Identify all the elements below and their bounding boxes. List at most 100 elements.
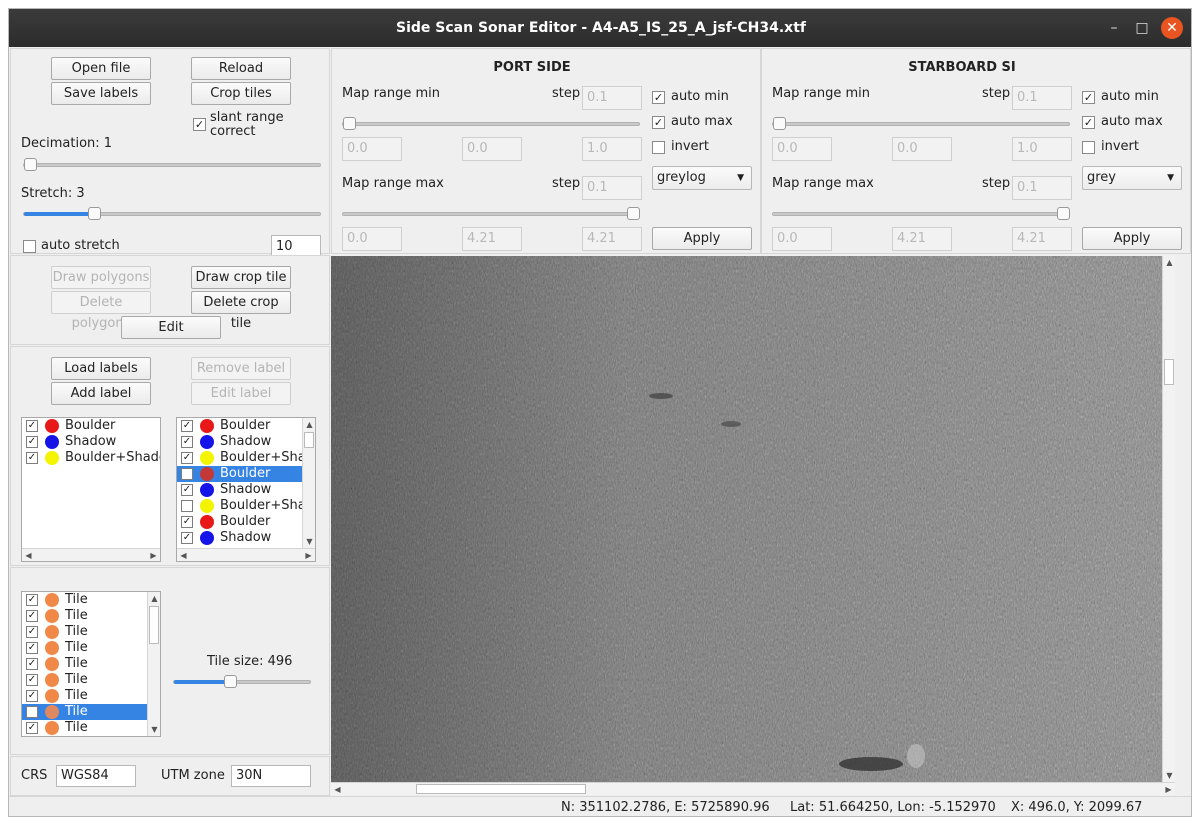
stretch-slider-handle[interactable] (88, 207, 101, 220)
list-item-checkbox[interactable]: ✓ (26, 420, 38, 432)
port-max-field-3[interactable]: 4.21 (582, 227, 642, 251)
port-max-slider[interactable] (342, 207, 640, 220)
list-item[interactable]: ✓ Tile (22, 640, 148, 656)
stbd-min-field-2[interactable]: 0.0 (892, 137, 952, 161)
delete-crop-tile-button[interactable]: Delete crop tile (191, 291, 291, 331)
list-item-checkbox[interactable]: ✓ (26, 690, 38, 702)
list-item-checkbox[interactable]: ✓ (26, 452, 38, 464)
list-item[interactable]: ✓ Boulder (22, 418, 160, 434)
scrollbar-thumb[interactable] (416, 784, 586, 794)
stbd-step-max-input[interactable]: 0.1 (1012, 176, 1072, 200)
list-item-checkbox[interactable] (181, 500, 193, 512)
stbd-max-field-2[interactable]: 4.21 (892, 227, 952, 251)
scroll-right-icon[interactable]: ▶ (1162, 783, 1175, 796)
stbd-step-min-input[interactable]: 0.1 (1012, 86, 1072, 110)
class-list[interactable]: ✓ Boulder ✓ Shadow ✓ Boulder+Shadow ◀ ▶ (21, 417, 161, 562)
list-item[interactable]: ✓ Tile (22, 592, 148, 608)
list-item[interactable]: ✓ Boulder (177, 514, 303, 530)
draw-crop-tile-button[interactable]: Draw crop tile (191, 266, 291, 289)
list-item[interactable]: ✓ Tile (22, 624, 148, 640)
list-item-selected[interactable]: Boulder (177, 466, 303, 482)
list-item[interactable]: ✓ Tile (22, 608, 148, 624)
stbd-max-field-3[interactable]: 4.21 (1012, 227, 1072, 251)
port-min-field-2[interactable]: 0.0 (462, 137, 522, 161)
scroll-right-icon[interactable]: ▶ (302, 549, 315, 561)
list-item[interactable]: ✓ Boulder (177, 418, 303, 434)
list-item[interactable]: ✓ Tile (22, 688, 148, 704)
port-min-slider-handle[interactable] (343, 117, 356, 130)
port-auto-min-checkbox[interactable]: ✓ (652, 91, 665, 104)
list-item-checkbox[interactable]: ✓ (26, 610, 38, 622)
list-item-checkbox[interactable]: ✓ (26, 594, 38, 606)
canvas-horizontal-scrollbar[interactable]: ◀ ▶ (331, 782, 1175, 795)
edit-label-button[interactable]: Edit label (191, 382, 291, 405)
stbd-min-slider-handle[interactable] (773, 117, 786, 130)
list-item-checkbox[interactable]: ✓ (26, 642, 38, 654)
port-max-slider-handle[interactable] (627, 207, 640, 220)
list-item-checkbox[interactable]: ✓ (181, 436, 193, 448)
crop-tiles-button[interactable]: Crop tiles (191, 82, 291, 105)
open-file-button[interactable]: Open file (51, 57, 151, 80)
list-item-selected[interactable]: Tile (22, 704, 148, 720)
list-item[interactable]: ✓ Shadow (22, 434, 160, 450)
list-item-checkbox[interactable]: ✓ (181, 484, 193, 496)
minimize-icon[interactable]: – (1103, 17, 1125, 39)
vertical-scrollbar[interactable]: ▲ ▼ (302, 418, 315, 548)
port-auto-max-checkbox[interactable]: ✓ (652, 116, 665, 129)
list-item[interactable]: Boulder+Shadow (177, 498, 315, 514)
list-item[interactable]: ✓ Tile (22, 672, 148, 688)
stbd-apply-button[interactable]: Apply (1082, 227, 1182, 250)
polygon-list[interactable]: ✓ Boulder ✓ Shadow ✓ Boulder+Shadow Boul… (176, 417, 316, 562)
edit-button[interactable]: Edit (121, 316, 221, 339)
scroll-right-icon[interactable]: ▶ (147, 549, 160, 561)
list-item[interactable]: ✓ Shadow (177, 434, 303, 450)
maximize-icon[interactable]: □ (1131, 17, 1153, 39)
list-item[interactable]: ✓ Tile (22, 656, 148, 672)
decimation-slider-handle[interactable] (24, 158, 37, 171)
port-min-slider[interactable] (342, 117, 640, 130)
list-item-checkbox[interactable]: ✓ (181, 532, 193, 544)
port-colormap-select[interactable]: greylog ▼ (652, 166, 752, 190)
port-invert-checkbox[interactable] (652, 141, 665, 154)
list-item-checkbox[interactable]: ✓ (181, 516, 193, 528)
list-item-checkbox[interactable] (181, 468, 193, 480)
stbd-max-field-1[interactable]: 0.0 (772, 227, 832, 251)
list-item-checkbox[interactable]: ✓ (26, 436, 38, 448)
delete-polygons-button[interactable]: Delete polygons (51, 291, 151, 331)
list-item-checkbox[interactable]: ✓ (26, 722, 38, 734)
stbd-colormap-select[interactable]: grey ▼ (1082, 166, 1182, 190)
reload-button[interactable]: Reload (191, 57, 291, 80)
stbd-min-slider[interactable] (772, 117, 1070, 130)
crs-input[interactable]: WGS84 (56, 765, 136, 787)
stbd-invert-checkbox[interactable] (1082, 141, 1095, 154)
draw-polygons-button[interactable]: Draw polygons (51, 266, 151, 289)
utm-zone-input[interactable]: 30N (231, 765, 311, 787)
scroll-up-icon[interactable]: ▲ (1163, 256, 1176, 269)
list-item[interactable]: ✓ Boulder+Shadow (177, 450, 315, 466)
scroll-down-icon[interactable]: ▼ (303, 535, 315, 548)
horizontal-scrollbar[interactable]: ◀ ▶ (177, 548, 315, 561)
scrollbar-thumb[interactable] (304, 432, 314, 448)
horizontal-scrollbar[interactable]: ◀ ▶ (22, 548, 160, 561)
stbd-max-slider[interactable] (772, 207, 1070, 220)
list-item[interactable]: ✓ Boulder+Shadow (22, 450, 160, 466)
auto-stretch-checkbox[interactable] (23, 240, 36, 253)
scroll-left-icon[interactable]: ◀ (331, 783, 344, 796)
scroll-left-icon[interactable]: ◀ (177, 549, 190, 561)
port-step-max-input[interactable]: 0.1 (582, 176, 642, 200)
canvas-vertical-scrollbar[interactable]: ▲ ▼ (1162, 256, 1175, 782)
slant-range-checkbox[interactable]: ✓ (193, 118, 206, 131)
scroll-up-icon[interactable]: ▲ (303, 418, 315, 431)
list-item[interactable]: ✓ Shadow (177, 530, 303, 546)
port-min-field-1[interactable]: 0.0 (342, 137, 402, 161)
tile-list[interactable]: ✓ Tile ✓ Tile ✓ Tile ✓ Tile ✓ Tile ✓ Til… (21, 591, 161, 737)
list-item-checkbox[interactable]: ✓ (181, 452, 193, 464)
save-labels-button[interactable]: Save labels (51, 82, 151, 105)
port-max-field-1[interactable]: 0.0 (342, 227, 402, 251)
port-max-field-2[interactable]: 4.21 (462, 227, 522, 251)
list-item[interactable]: ✓ Shadow (177, 482, 303, 498)
stbd-auto-min-checkbox[interactable]: ✓ (1082, 91, 1095, 104)
close-icon[interactable]: ✕ (1161, 17, 1183, 39)
stretch-slider[interactable] (23, 207, 321, 220)
list-item-checkbox[interactable]: ✓ (26, 658, 38, 670)
